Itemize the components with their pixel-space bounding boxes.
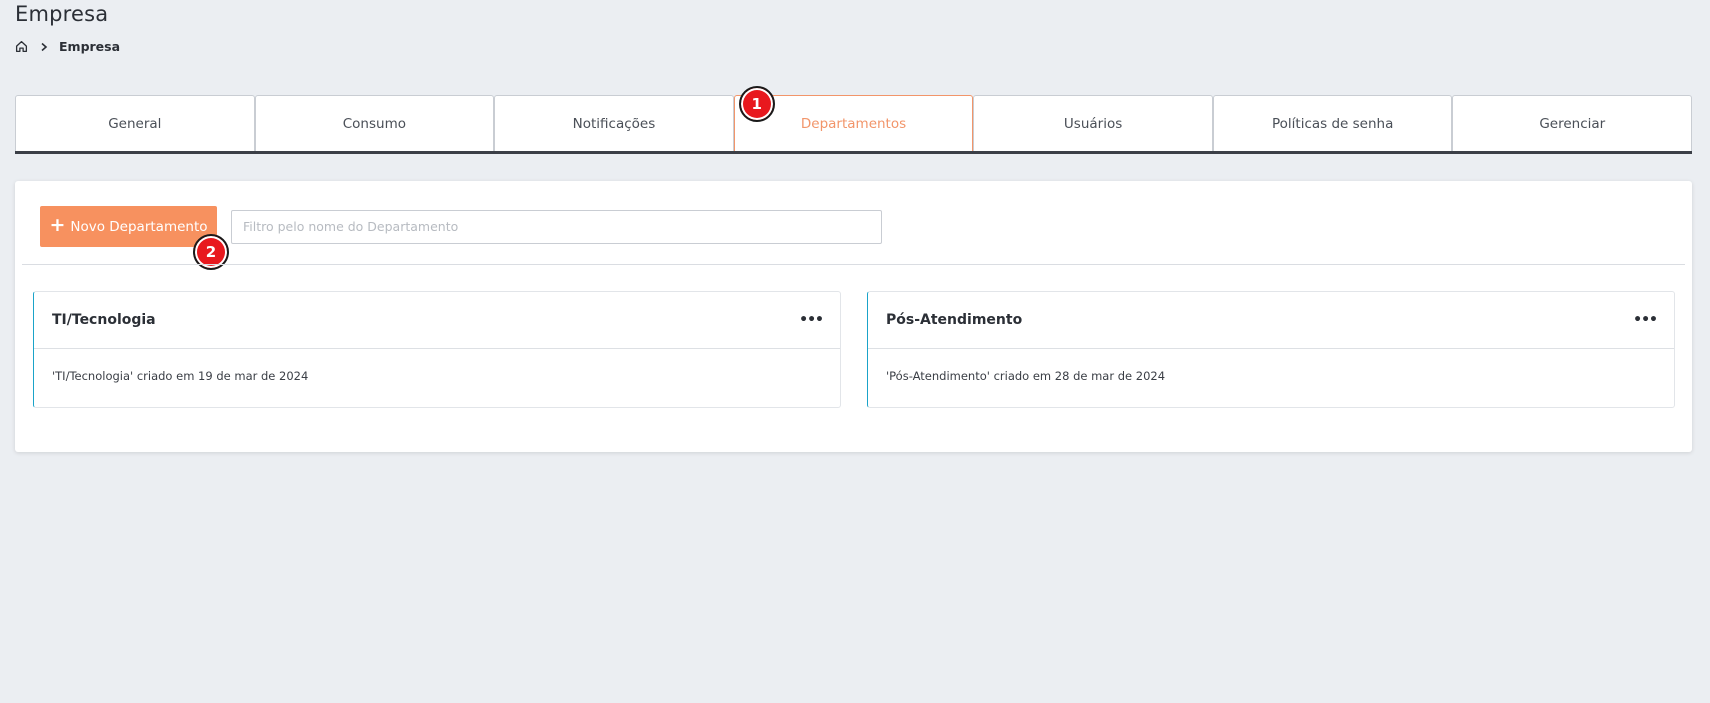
tab-gerenciar[interactable]: Gerenciar xyxy=(1452,95,1693,151)
tab-usuarios[interactable]: Usuários xyxy=(973,95,1213,151)
departments-panel: + Novo Departamento 2 TI/Tecnologia ••• … xyxy=(15,181,1692,452)
home-icon[interactable] xyxy=(15,40,28,53)
new-department-button[interactable]: + Novo Departamento 2 xyxy=(40,206,229,270)
tab-consumo[interactable]: Consumo xyxy=(254,95,495,151)
department-list: TI/Tecnologia ••• 'TI/Tecnologia' criado… xyxy=(33,291,1675,408)
department-description: 'TI/Tecnologia' criado em 19 de mar de 2… xyxy=(52,369,309,383)
department-filter-input[interactable] xyxy=(231,209,882,244)
page-title: Empresa xyxy=(15,2,109,26)
card-header: TI/Tecnologia ••• xyxy=(34,292,840,349)
department-name: Pós-Atendimento xyxy=(886,312,1023,328)
tab-politicas-de-senha[interactable]: Políticas de senha xyxy=(1212,95,1453,151)
toolbar: + Novo Departamento 2 xyxy=(40,206,882,270)
card-header: Pós-Atendimento ••• xyxy=(868,292,1674,349)
plus-icon: + xyxy=(49,214,66,236)
breadcrumb-current: Empresa xyxy=(59,39,121,54)
tab-notificacoes[interactable]: Notificações xyxy=(494,95,734,151)
breadcrumb: Empresa xyxy=(15,39,120,54)
tab-label: Departamentos xyxy=(800,115,907,132)
tab-label: Políticas de senha xyxy=(1271,115,1394,132)
tab-label: Notificações xyxy=(572,115,656,132)
new-department-label: Novo Departamento xyxy=(70,218,208,235)
department-name: TI/Tecnologia xyxy=(52,312,156,328)
tab-departamentos[interactable]: 1 Departamentos xyxy=(733,86,974,151)
department-card[interactable]: Pós-Atendimento ••• 'Pós-Atendimento' cr… xyxy=(867,291,1675,408)
more-options-icon[interactable]: ••• xyxy=(799,313,824,327)
chevron-right-icon xyxy=(39,42,49,52)
department-description: 'Pós-Atendimento' criado em 28 de mar de… xyxy=(886,369,1166,383)
tab-label: Usuários xyxy=(1063,115,1123,132)
department-card[interactable]: TI/Tecnologia ••• 'TI/Tecnologia' criado… xyxy=(33,291,841,408)
tab-label: Consumo xyxy=(342,115,406,132)
tab-bar: General Consumo Notificações 1 Departame… xyxy=(15,86,1693,154)
tab-label: General xyxy=(108,115,162,132)
tab-label: Gerenciar xyxy=(1539,115,1606,132)
tab-general[interactable]: General xyxy=(15,95,255,151)
more-options-icon[interactable]: ••• xyxy=(1633,313,1658,327)
step-badge: 1 xyxy=(738,86,775,122)
divider xyxy=(22,264,1685,265)
